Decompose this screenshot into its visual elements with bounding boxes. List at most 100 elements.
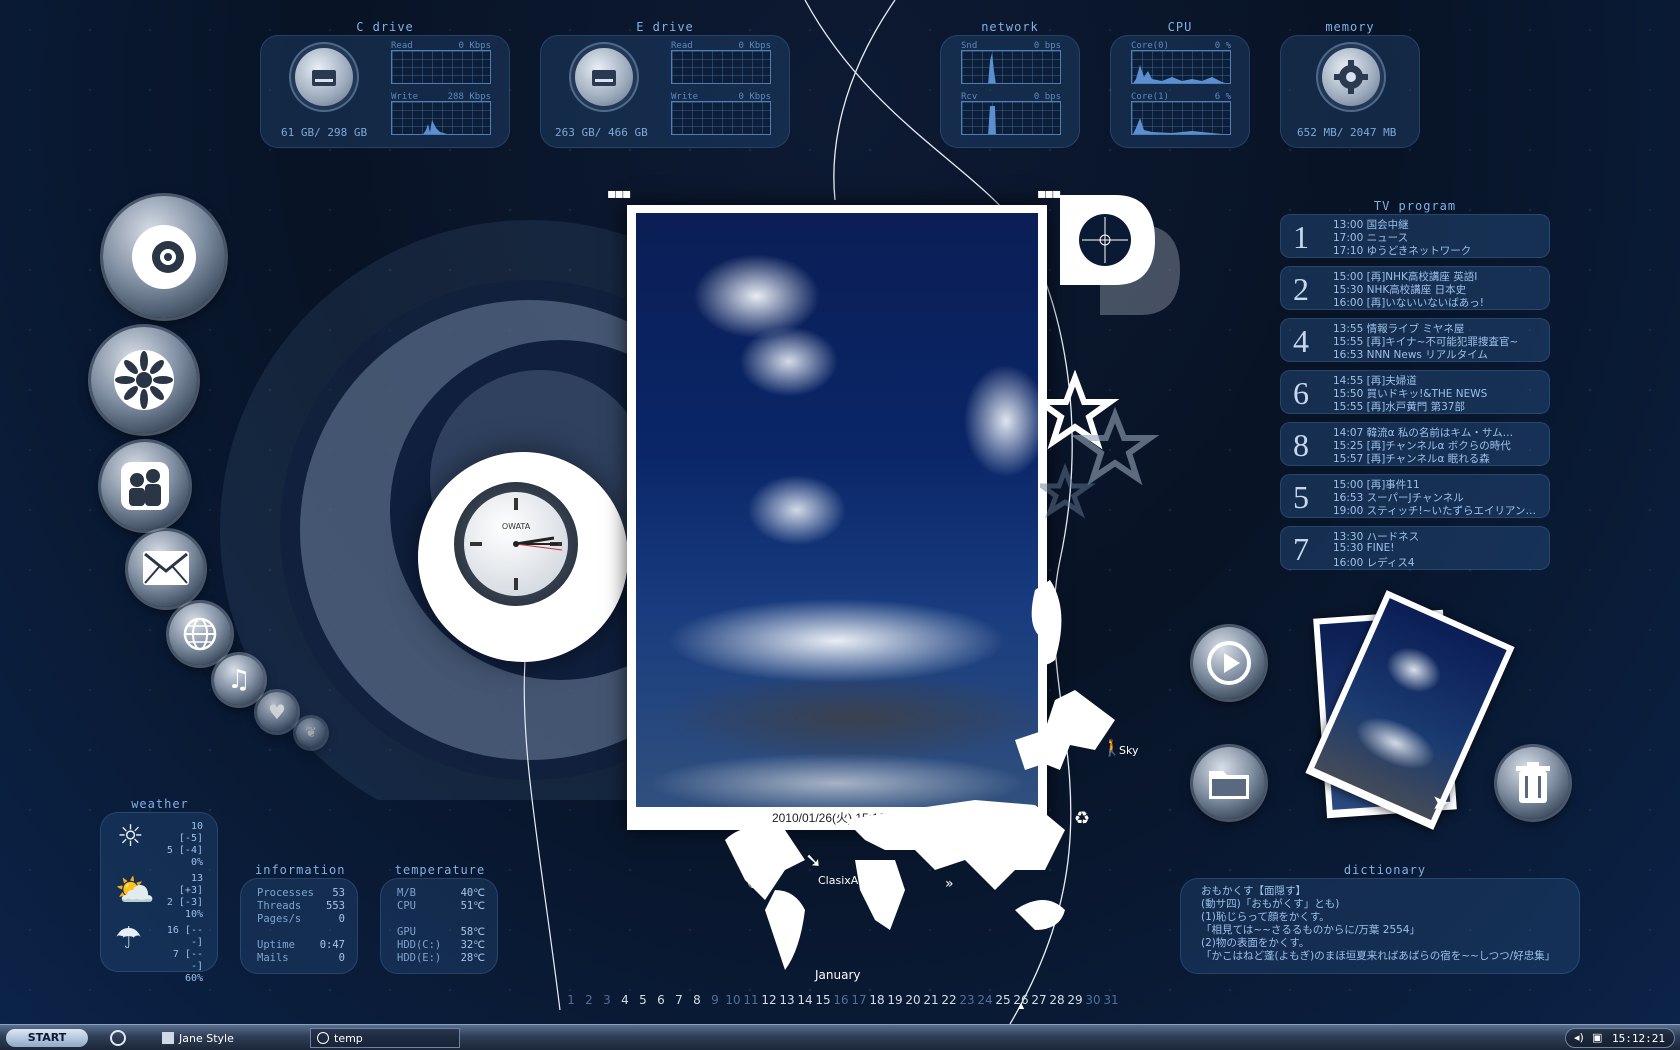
calendar-day[interactable]: 8 [688, 993, 706, 1007]
tv-program-row[interactable]: 4 13:55 情報ライブ ミヤネ屋 15:55 [再]キイナ~不可能犯罪捜査官~ 1… [1280, 318, 1550, 362]
eye-launcher-button[interactable] [103, 196, 225, 318]
start-button[interactable]: START [6, 1029, 88, 1047]
memory-panel: 652 MB/ 2047 MB [1280, 35, 1420, 148]
receive-graph [961, 101, 1061, 135]
favorites-launcher-button[interactable]: ♥ [257, 692, 297, 732]
gear-icon[interactable] [1322, 48, 1380, 106]
mail-launcher-button[interactable] [128, 531, 204, 607]
tray-clock[interactable]: 15:12:21 [1612, 1032, 1665, 1045]
calendar-day[interactable]: 24 [976, 993, 994, 1007]
taskbar-item-jane-style[interactable]: Jane Style [156, 1028, 306, 1048]
calendar-day[interactable]: 17 [850, 993, 868, 1007]
calendar-day[interactable]: 27 [1030, 993, 1048, 1007]
calendar-day[interactable]: 22 [940, 993, 958, 1007]
play-icon [1207, 641, 1251, 685]
world-map [725, 580, 1115, 970]
c-drive-panel: Read 0 Kbps Write 288 Kbps 61 GB/ 298 GB [260, 35, 510, 148]
taskbar-item-label: Jane Style [179, 1031, 234, 1045]
write-graph [671, 101, 771, 135]
weather-day2-high: 13 [+3] [178, 873, 203, 896]
calendar-day[interactable]: 19 [886, 993, 904, 1007]
calendar-day[interactable]: 9 [706, 993, 724, 1007]
web-launcher-button[interactable] [169, 603, 231, 665]
calendar-day[interactable]: 6 [652, 993, 670, 1007]
month-label: January [815, 968, 861, 982]
calendar-day[interactable]: 10 [724, 993, 742, 1007]
info-label: Threads [257, 900, 302, 912]
flower-icon [114, 350, 174, 410]
dictionary-line: 「かこはねど蓬(よもぎ)のまほ垣夏来ればあばらの宿を~~しつつ/好忠集」 [1201, 950, 1556, 962]
tv-program-row[interactable]: 1 13:00 国会中継 17:00 ニュース 17:10 ゆうどきネットワーク [1280, 214, 1550, 258]
core0-graph [1131, 50, 1231, 84]
tv-program-entry: 15:30 FINE! [1333, 542, 1395, 554]
dictionary-panel: おもかくす【面隠す】 (動サ四)「おもがくす」とも) (1)恥じらって顔をかくす… [1180, 878, 1580, 974]
volume-icon[interactable]: ◂) [1574, 1031, 1584, 1044]
calendar-day[interactable]: 1 [562, 993, 580, 1007]
taskbar-item-temp[interactable]: temp [310, 1028, 460, 1048]
corner-dots-icon: ▪▪▪ [1037, 186, 1062, 202]
tv-program-row[interactable]: 2 15:00 [再]NHK高校講座 英語Ⅰ 15:30 NHK高校講座 日本史 16… [1280, 266, 1550, 310]
network-panel: Snd 0 bps Rcv 0 bps [940, 35, 1080, 148]
sky-label: Sky [1119, 744, 1139, 757]
music-launcher-button[interactable]: ♫ [214, 655, 264, 705]
tv-channel-number: 5 [1293, 479, 1309, 515]
tv-program-row[interactable]: 6 14:55 [再]夫婦道 15:50 買いドキッ!&THE NEWS 15:55 … [1280, 370, 1550, 414]
hard-drive-icon[interactable] [295, 48, 353, 106]
temp-label: GPU [397, 926, 416, 938]
memory-usage: 652 MB/ 2047 MB [1297, 126, 1397, 139]
calendar-day[interactable]: 28 [1048, 993, 1066, 1007]
calendar-day[interactable]: 11 [742, 993, 760, 1007]
folder-icon [1209, 771, 1249, 799]
hard-drive-icon[interactable] [575, 48, 633, 106]
temp-value: 58℃ [460, 926, 485, 938]
calendar-day[interactable]: 18 [868, 993, 886, 1007]
calendar-day[interactable]: 4 [616, 993, 634, 1007]
calendar-day[interactable]: 30 [1084, 993, 1102, 1007]
tv-program-title: TV program [1373, 199, 1457, 213]
temp-label: HDD(E:) [397, 952, 442, 964]
tv-channel-number: 2 [1293, 271, 1309, 307]
calendar-day[interactable]: 3 [598, 993, 616, 1007]
calendar-day[interactable]: 7 [670, 993, 688, 1007]
tv-channel-number: 8 [1293, 427, 1309, 463]
calendar-day[interactable]: 12 [760, 993, 778, 1007]
stars-decoration [1040, 370, 1160, 519]
calendar-day[interactable]: 2 [580, 993, 598, 1007]
calendar-day[interactable]: 16 [832, 993, 850, 1007]
calendar-day[interactable]: 29 [1066, 993, 1084, 1007]
weather-day3-pop: 60% [184, 973, 203, 984]
weather-panel: ☼ 10 [-5] 5 [-4] 0% ⛅ 13 [+3] 2 [-3] 10%… [100, 812, 218, 984]
clasixart-label: ClasixArt [818, 874, 868, 887]
leaf-icon: ❦ [305, 725, 317, 741]
calendar-day[interactable]: 25 [994, 993, 1012, 1007]
e-drive-title: E drive [636, 20, 694, 34]
calendar-day[interactable]: 23 [958, 993, 976, 1007]
folder-button[interactable] [1193, 747, 1265, 819]
dictionary-line: (1)恥じらって顔をかくす。 [1201, 911, 1330, 923]
trash-button[interactable] [1497, 747, 1569, 819]
contacts-launcher-button[interactable] [101, 442, 189, 530]
calendar-day[interactable]: 21 [922, 993, 940, 1007]
tv-program-row[interactable]: 5 15:00 [再]事件11 16:53 スーパーJチャンネル 19:00 スティッ… [1280, 474, 1550, 518]
calendar-day[interactable]: 15 [814, 993, 832, 1007]
tv-program-row[interactable]: 8 14:07 韓流α 私の名前はキム・サム… 15:25 [再]チャンネルα ボク… [1280, 422, 1550, 466]
calendar-day[interactable]: 20 [904, 993, 922, 1007]
calendar-day[interactable]: 14 [796, 993, 814, 1007]
calendar-day[interactable]: 31 [1102, 993, 1120, 1007]
tv-program-entry: 15:57 [再]チャンネルα 眠れる森 [1333, 453, 1490, 465]
tv-program-row[interactable]: 7 13:30 ハードネス 15:30 FINE! 16:00 レディス4 [1280, 526, 1550, 570]
play-button[interactable] [1193, 627, 1265, 699]
photo-stack[interactable]: ➤ [1305, 590, 1515, 830]
flower-launcher-button[interactable] [91, 327, 197, 433]
tv-program-entry: 19:00 スティッチ!~いたずらエイリアン… [1333, 505, 1537, 517]
extra-launcher-button[interactable]: ❦ [296, 718, 326, 748]
quicklaunch-icon[interactable] [110, 1030, 126, 1046]
calendar-day[interactable]: 5 [634, 993, 652, 1007]
partly-cloudy-icon: ⛅ [115, 871, 155, 909]
heart-icon: ♥ [268, 700, 286, 724]
core1-graph [1131, 101, 1231, 135]
arrow-icon: ➘ [805, 848, 822, 872]
network-tray-icon[interactable]: ▣ [1592, 1031, 1602, 1044]
clock-hands [470, 498, 563, 590]
calendar-day[interactable]: 13 [778, 993, 796, 1007]
